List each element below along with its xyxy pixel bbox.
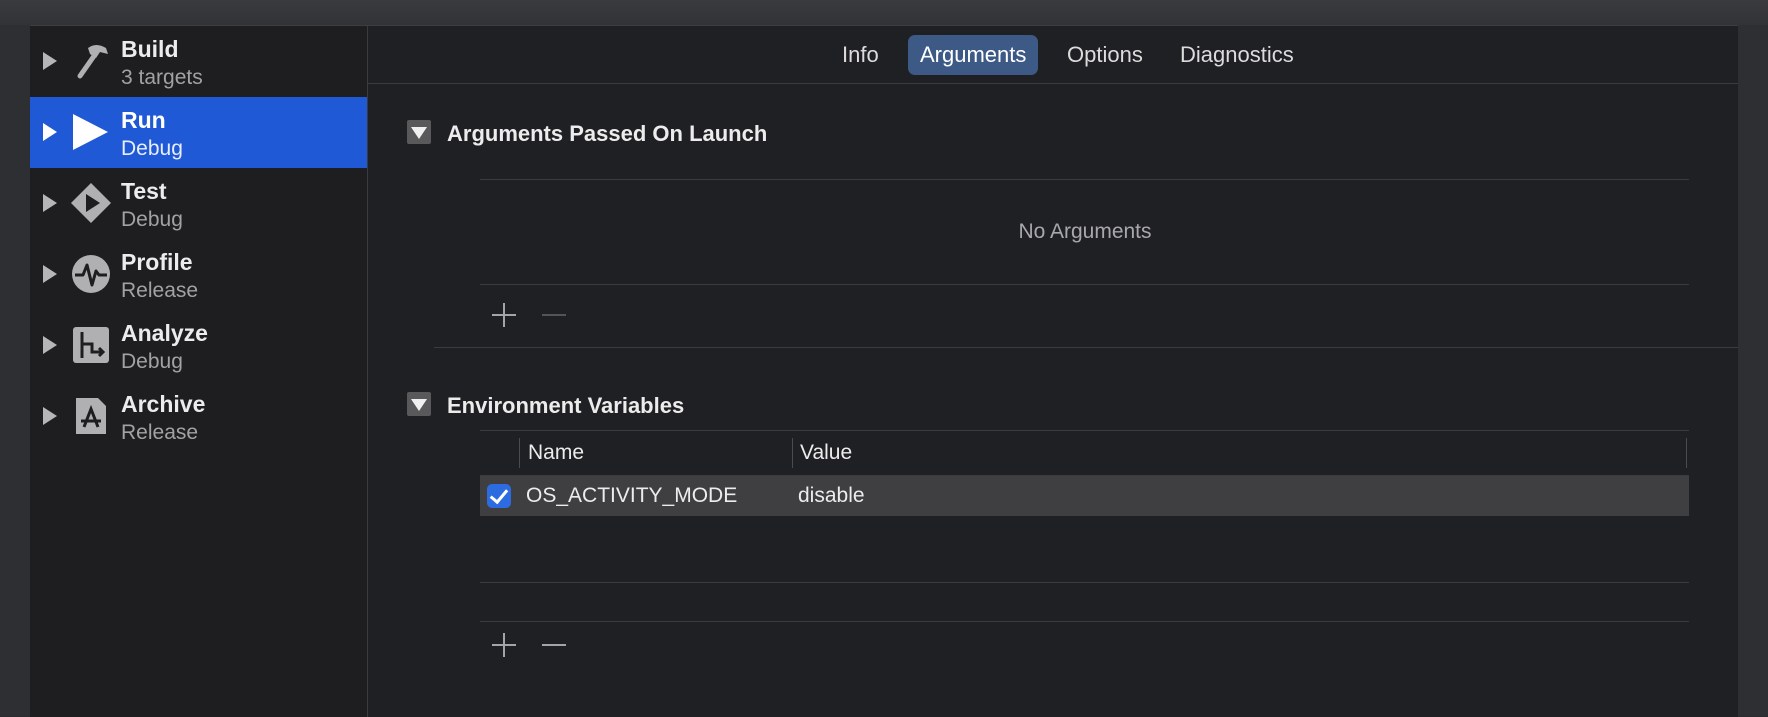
section-divider: [434, 347, 1738, 348]
disclosure-triangle-icon[interactable]: [43, 123, 57, 141]
sidebar-item-subtitle: Release: [121, 421, 199, 444]
table-row[interactable]: OS_ACTIVITY_MODE disable: [480, 476, 1689, 516]
waveform-gauge-icon: [72, 255, 110, 293]
sidebar-item-title: Profile: [121, 249, 193, 275]
remove-env-var-button[interactable]: [540, 631, 568, 659]
empty-arguments-message: No Arguments: [1018, 220, 1152, 243]
tab-bar: Info Arguments Options Diagnostics: [368, 26, 1738, 84]
sidebar-item-archive[interactable]: Archive Release: [30, 381, 367, 452]
divider: [480, 179, 1689, 180]
tab-arguments[interactable]: Arguments: [908, 35, 1039, 75]
sidebar-item-analyze[interactable]: Analyze Debug: [30, 310, 367, 381]
tab-info[interactable]: Info: [830, 35, 891, 75]
test-diamond-icon: [71, 183, 111, 223]
remove-argument-button[interactable]: [540, 301, 568, 329]
scheme-detail-pane: Info Arguments Options Diagnostics Argum…: [368, 26, 1738, 717]
sidebar-item-title: Build: [121, 36, 179, 62]
disclosure-triangle-icon[interactable]: [43, 336, 57, 354]
sidebar-item-subtitle: Debug: [121, 208, 183, 231]
env-value-cell[interactable]: disable: [798, 484, 865, 508]
divider: [480, 621, 1689, 622]
column-separator: [519, 438, 520, 468]
arguments-section-toggle[interactable]: [407, 120, 431, 144]
env-section-title: Environment Variables: [447, 393, 685, 418]
column-header-name[interactable]: Name: [528, 441, 584, 465]
analyze-branch-icon: [73, 327, 109, 363]
column-header-value[interactable]: Value: [800, 441, 852, 465]
env-section-toggle[interactable]: [407, 392, 431, 416]
play-icon: [73, 114, 108, 150]
env-enabled-checkbox[interactable]: [487, 484, 511, 508]
window-titlebar-backdrop: [0, 0, 1768, 25]
disclosure-triangle-icon[interactable]: [43, 265, 57, 283]
hammer-icon: [77, 45, 108, 79]
sidebar-item-subtitle: Debug: [121, 350, 183, 373]
sidebar-item-subtitle: Release: [121, 279, 199, 302]
desktop-backdrop-right: [1738, 25, 1768, 716]
sidebar-item-title: Analyze: [121, 320, 208, 346]
column-separator: [792, 438, 793, 468]
divider: [480, 284, 1689, 285]
sidebar-item-build[interactable]: Build 3 targets: [30, 26, 367, 97]
scheme-editor-window: Build 3 targets Run Debug Test Debug Pro…: [30, 25, 1738, 717]
add-argument-button[interactable]: [490, 301, 518, 329]
sidebar-item-title: Archive: [121, 391, 206, 417]
add-env-var-button[interactable]: [490, 631, 518, 659]
env-vars-table: Name Value OS_ACTIVITY_MODE disable: [480, 430, 1689, 516]
sidebar-item-title: Test: [121, 178, 167, 204]
disclosure-triangle-icon[interactable]: [43, 52, 57, 70]
arguments-section-title: Arguments Passed On Launch: [447, 121, 768, 146]
sidebar-item-title: Run: [121, 107, 166, 133]
table-row-divider: [480, 582, 1689, 583]
sidebar-item-profile[interactable]: Profile Release: [30, 239, 367, 310]
env-name-cell[interactable]: OS_ACTIVITY_MODE: [526, 484, 737, 508]
archive-app-icon: [76, 398, 106, 434]
sidebar-item-subtitle: 3 targets: [121, 66, 203, 89]
action-sidebar: Build 3 targets Run Debug Test Debug Pro…: [30, 26, 368, 717]
sidebar-item-subtitle: Debug: [121, 137, 183, 160]
desktop-backdrop-left: [0, 25, 30, 716]
column-separator: [1686, 438, 1687, 468]
sidebar-item-test[interactable]: Test Debug: [30, 168, 367, 239]
disclosure-triangle-icon[interactable]: [43, 407, 57, 425]
table-header: Name Value: [480, 430, 1689, 476]
tab-options[interactable]: Options: [1055, 35, 1155, 75]
disclosure-triangle-icon[interactable]: [43, 194, 57, 212]
tab-diagnostics[interactable]: Diagnostics: [1168, 35, 1306, 75]
sidebar-item-run[interactable]: Run Debug: [30, 97, 367, 168]
